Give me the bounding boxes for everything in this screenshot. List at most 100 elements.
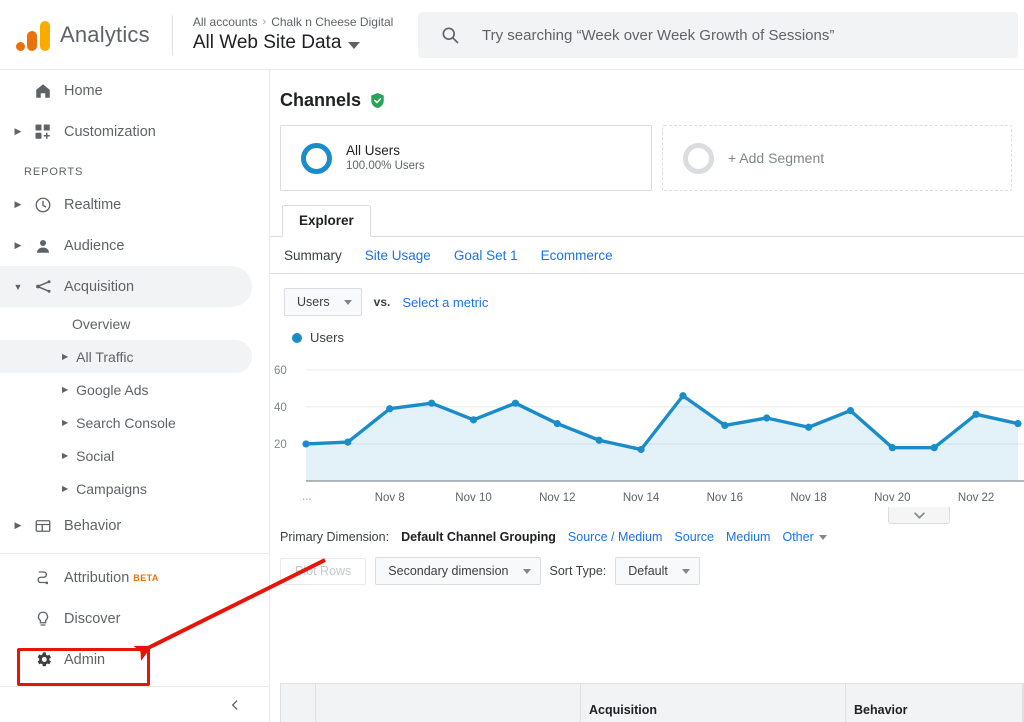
sidebar-item-behavior[interactable]: ▶ Behavior [0,505,269,546]
annotation-highlight-admin [17,648,150,686]
home-icon [26,82,60,100]
customization-icon [26,123,60,141]
sidebar-label-social: Social [76,447,115,464]
subtabs-row: Summary Site Usage Goal Set 1 Ecommerce [270,237,1024,274]
sidebar-label-audience: Audience [64,237,125,254]
chevron-right-icon[interactable]: ▶ [10,199,26,210]
sidebar-collapse-button[interactable] [0,686,270,722]
legend-dot-users [292,332,302,343]
person-icon [26,237,60,255]
legend-label-users: Users [310,330,344,345]
primary-dimension-other[interactable]: Other [782,530,827,544]
subtab-summary[interactable]: Summary [284,248,342,263]
account-selector[interactable]: All accounts › Chalk n Cheese Digital Al… [193,14,393,55]
analytics-logo[interactable] [0,19,58,51]
table-group-acquisition: Acquisition Users ? ↓ New Users ? Sessio… [581,684,846,722]
chevron-right-icon[interactable]: ▶ [10,126,26,137]
breadcrumb: All accounts › Chalk n Cheese Digital [193,14,393,30]
segment-all-users[interactable]: All Users 100.00% Users [280,125,652,191]
sidebar: Home ▶ Customization REPORTS ▶ Realtime … [0,70,270,722]
metric-dropdown-value: Users [297,295,330,309]
chevron-right-icon[interactable]: ▶ [62,352,68,361]
svg-text:20: 20 [274,439,287,451]
svg-text:Nov 8: Nov 8 [375,492,405,504]
sidebar-item-audience[interactable]: ▶ Audience [0,225,269,266]
sidebar-divider [0,553,269,554]
search-icon [442,27,459,44]
chevron-down-icon [522,568,531,574]
chevron-right-icon[interactable]: ▶ [10,240,26,251]
sidebar-item-all-traffic[interactable]: ▶ All Traffic [0,340,252,373]
table-controls-row: Plot Rows Secondary dimension Sort Type:… [270,544,1024,585]
svg-text:Nov 20: Nov 20 [874,492,910,504]
breadcrumb-account[interactable]: All accounts [193,14,258,30]
chevron-down-icon[interactable]: ▼ [10,282,26,292]
chevron-right-icon[interactable]: ▶ [62,484,68,493]
logo-bar-tall [40,20,50,51]
chevron-right-icon[interactable]: ▶ [10,520,26,531]
primary-dimension-source[interactable]: Source [674,530,714,544]
view-row[interactable]: All Web Site Data [193,31,393,55]
svg-text:40: 40 [274,402,287,414]
chevron-down-icon [913,511,925,519]
sidebar-item-search-console[interactable]: ▶ Search Console [0,406,269,439]
segment-bar: All Users 100.00% Users + Add Segment [270,125,1024,191]
primary-dimension-label: Primary Dimension: [280,530,390,544]
subtab-site-usage[interactable]: Site Usage [365,248,431,263]
main-content: Channels All Users 100.00% Users + Add S… [270,70,1024,722]
metric-selector-row: Users vs. Select a metric [270,274,1024,316]
users-timeseries-chart[interactable]: 20 40 60 Nov 8 Nov 10 Nov 12 Nov 14 Nov 16 Nov 1… [270,347,1024,524]
table-group-title-behavior: Behavior [846,684,1022,722]
svg-text:Nov 18: Nov 18 [790,492,826,504]
shield-check-icon [371,93,384,108]
secondary-dimension-dropdown[interactable]: Secondary dimension [375,557,541,585]
sidebar-label-realtime: Realtime [64,196,122,213]
table-header-dimension: Default Channel Grouping [316,684,581,722]
chevron-down-icon[interactable] [348,41,361,49]
select-metric-link[interactable]: Select a metric [402,295,488,310]
chevron-right-icon[interactable]: ▶ [62,418,68,427]
secondary-dimension-value: Secondary dimension [388,564,509,578]
sidebar-item-social[interactable]: ▶ Social [0,439,269,472]
sidebar-item-realtime[interactable]: ▶ Realtime [0,184,269,225]
sidebar-item-discover[interactable]: Discover [0,598,269,639]
sidebar-item-customization[interactable]: ▶ Customization [0,111,269,152]
primary-dimension-source-medium[interactable]: Source / Medium [568,530,662,544]
search-placeholder: Try searching “Week over Week Growth of … [482,26,835,44]
svg-text:60: 60 [274,365,287,377]
tab-explorer[interactable]: Explorer [282,205,371,237]
chevron-right-icon[interactable]: ▶ [62,385,68,394]
sidebar-label-all-traffic: All Traffic [76,348,134,365]
sidebar-label-google-ads: Google Ads [76,381,149,398]
search-input[interactable]: Try searching “Week over Week Growth of … [418,12,1018,58]
sidebar-item-google-ads[interactable]: ▶ Google Ads [0,373,269,406]
chevron-down-icon [681,568,690,574]
chart-expand-button[interactable] [888,507,950,524]
sidebar-label-attribution: Attribution [64,569,130,586]
add-segment-button[interactable]: + Add Segment [662,125,1012,191]
behavior-icon [26,517,60,535]
primary-dimension-selected[interactable]: Default Channel Grouping [401,530,556,544]
sidebar-item-attribution[interactable]: Attribution BETA [0,557,269,598]
primary-dimension-other-label: Other [782,530,814,544]
acquisition-icon [26,277,60,296]
sidebar-item-home[interactable]: Home [0,70,269,111]
primary-dimension-medium[interactable]: Medium [726,530,770,544]
xaxis-ellipsis: ... [302,491,312,503]
subtab-ecommerce[interactable]: Ecommerce [541,248,613,263]
subtab-goal-set-1[interactable]: Goal Set 1 [454,248,518,263]
sidebar-label-search-console: Search Console [76,414,176,431]
breadcrumb-separator-icon: › [262,16,267,28]
tabs-row: Explorer [270,191,1024,237]
sidebar-item-acquisition[interactable]: ▼ Acquisition [0,266,252,307]
top-bar: Analytics All accounts › Chalk n Cheese … [0,0,1024,70]
metric-dropdown[interactable]: Users [284,288,362,316]
chart-legend: Users [270,316,1024,347]
sort-type-dropdown[interactable]: Default [615,557,700,585]
select-all-checkbox[interactable] [281,684,316,722]
sidebar-item-overview[interactable]: Overview [0,307,269,340]
chevron-right-icon[interactable]: ▶ [62,451,68,460]
sidebar-item-campaigns[interactable]: ▶ Campaigns [0,472,269,505]
breadcrumb-property[interactable]: Chalk n Cheese Digital [271,14,393,30]
brand-title: Analytics [60,21,150,47]
